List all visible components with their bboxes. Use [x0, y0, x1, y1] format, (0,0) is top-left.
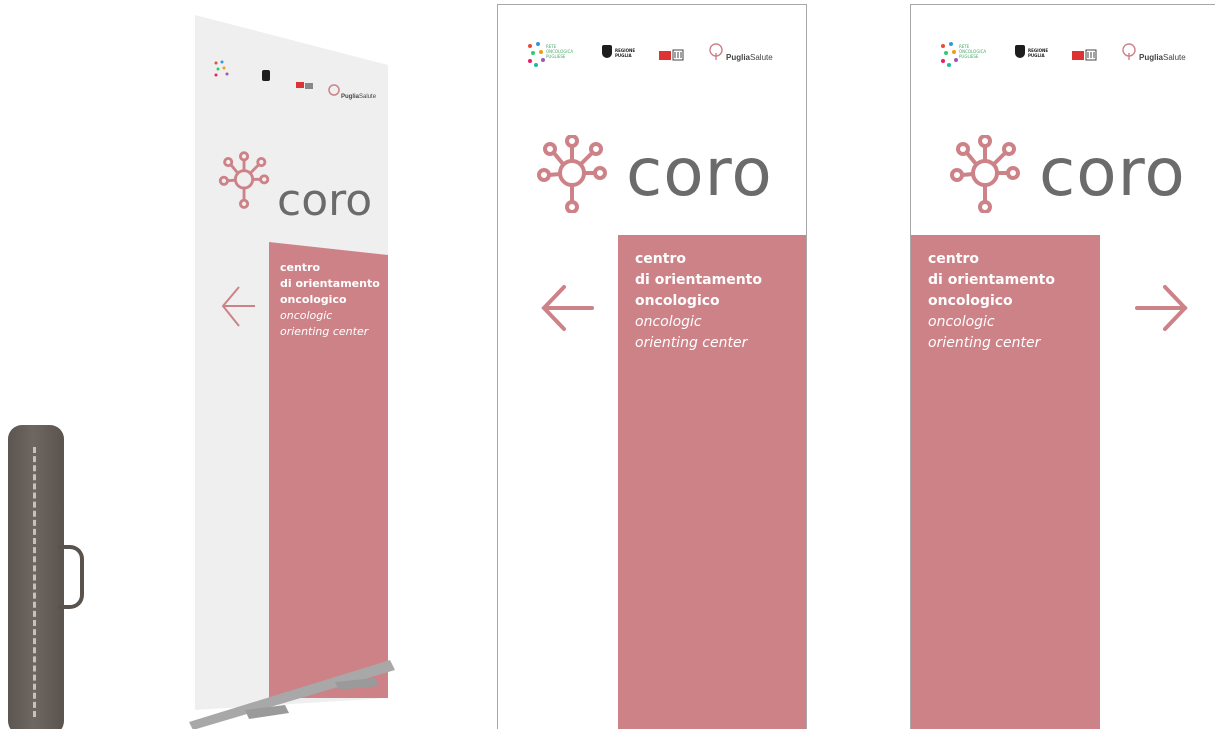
coro-molecule-icon	[950, 135, 1020, 213]
rete-oncologica-logo: RETE ONCOLOGICA PUGLIESE	[939, 41, 987, 67]
rollup-subtitle-line-2: orienting center	[280, 325, 369, 338]
aou-policlinico-logo	[659, 47, 699, 61]
title-line-1: centro	[928, 251, 979, 267]
arrow-right-icon	[1135, 285, 1188, 331]
coro-wordmark: coro	[1039, 134, 1186, 211]
rollup-title-line-3: oncologico	[280, 293, 347, 306]
panel-text: centro di orientamento oncologico oncolo…	[928, 249, 1055, 354]
aou-policlinico-logo	[1072, 47, 1112, 61]
coro-molecule-icon	[537, 135, 607, 213]
puglia-salute-text: PugliaSalute	[1139, 53, 1186, 62]
regione-puglia-logo: REGIONE PUGLIA	[1015, 45, 1055, 63]
panel-text: centro di orientamento oncologico oncolo…	[635, 249, 762, 354]
aou-logo-icon	[659, 49, 684, 61]
carry-bag	[8, 425, 64, 729]
svg-text:PugliaSalute: PugliaSalute	[341, 94, 377, 100]
partner-logos: RETE ONCOLOGICA PUGLIESE REGIONE PUGLIA	[939, 39, 1194, 69]
regione-shield-icon	[1015, 45, 1025, 58]
banner-left: RETE ONCOLOGICA PUGLIESE REGIONE PUGLIA	[497, 4, 807, 729]
title-line-1: centro	[635, 251, 686, 267]
regione-puglia-text: REGIONE PUGLIA	[615, 48, 636, 58]
aou-logo-icon	[1072, 49, 1097, 61]
subtitle-line-2: orienting center	[635, 335, 748, 351]
puglia-salute-tree-icon	[1122, 43, 1136, 60]
puglia-salute-text: PugliaSalute	[726, 53, 773, 62]
rollup-title-line-2: di orientamento	[280, 277, 380, 290]
title-line-2: di orientamento	[928, 272, 1055, 288]
rete-oncologica-logo: RETE ONCOLOGICA PUGLIESE	[526, 41, 574, 67]
arrow-left-icon	[541, 285, 594, 331]
title-line-3: oncologico	[928, 293, 1013, 309]
regione-shield-icon	[602, 45, 612, 58]
puglia-salute-tree-icon	[709, 43, 723, 60]
regione-puglia-text: REGIONE PUGLIA	[1028, 48, 1049, 58]
info-panel: centro di orientamento oncologico oncolo…	[911, 235, 1100, 729]
rete-oncologica-text: RETE ONCOLOGICA PUGLIESE	[959, 44, 987, 59]
rollup-title-line-1: centro	[280, 261, 321, 274]
rete-oncologica-text: RETE ONCOLOGICA PUGLIESE	[546, 44, 574, 59]
puglia-salute-logo: PugliaSalute	[1121, 43, 1201, 65]
rollup-panel-text: centro di orientamento oncologico oncolo…	[280, 260, 380, 340]
coro-wordmark: coro	[626, 134, 773, 211]
signage-mockup: PugliaSalute coro centro di orientamento…	[0, 0, 1215, 729]
rollup-banner-graphic: PugliaSalute	[189, 15, 395, 729]
rollup-banner-3d: PugliaSalute coro centro di orientamento…	[185, 10, 415, 729]
rollup-wordmark: coro	[277, 175, 373, 226]
rete-oncologica-icon	[528, 42, 545, 67]
subtitle-line-1: oncologic	[635, 314, 702, 330]
title-line-3: oncologico	[635, 293, 720, 309]
bag-stitching	[33, 447, 36, 717]
rollup-subtitle-line-1: oncologic	[280, 309, 333, 322]
partner-logos: RETE ONCOLOGICA PUGLIESE REGIONE PUGLIA	[526, 39, 781, 69]
rete-oncologica-icon	[941, 42, 958, 67]
subtitle-line-2: orienting center	[928, 335, 1041, 351]
regione-puglia-logo: REGIONE PUGLIA	[602, 45, 642, 63]
title-line-2: di orientamento	[635, 272, 762, 288]
bag-handle	[58, 545, 84, 609]
banner-right: RETE ONCOLOGICA PUGLIESE REGIONE PUGLIA	[910, 4, 1215, 729]
info-panel: centro di orientamento oncologico oncolo…	[618, 235, 806, 729]
puglia-salute-logo: PugliaSalute	[708, 43, 788, 65]
subtitle-line-1: oncologic	[928, 314, 995, 330]
